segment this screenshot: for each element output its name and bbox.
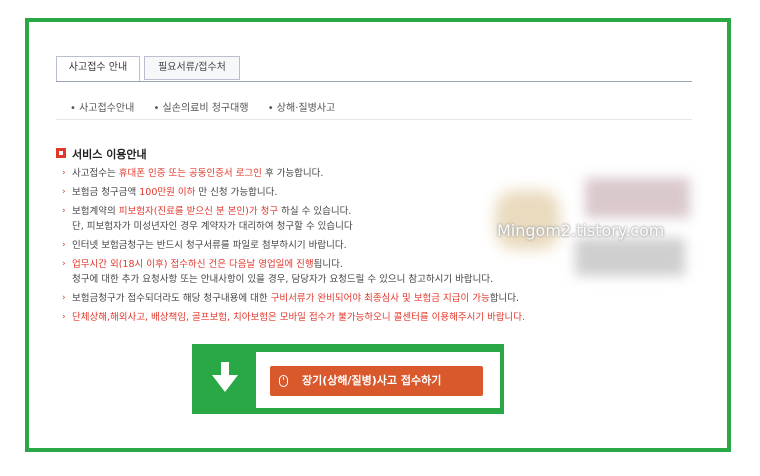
notice-text: 인터넷 보험금청구는 반드시 청구서류를 파일로 첨부하시기 바랍니다. xyxy=(72,240,347,251)
subnav-accident-guide[interactable]: • 사고접수안내 xyxy=(70,103,134,114)
notice-text-continued: 단, 피보험자가 미성년자인 경우 계약자가 대리하여 청구할 수 있습니다 xyxy=(72,221,353,232)
sub-navigation: • 사고접수안내 • 실손의료비 청구대행 • 상해·질병사고 xyxy=(70,99,351,115)
notice-text: 후 가능합니다. xyxy=(261,168,324,179)
notice-text: 피보험자(진료를 받으신 분 본인)가 청구 xyxy=(118,206,279,217)
tab-required-documents[interactable]: 필요서류/접수처 xyxy=(144,56,240,80)
notice-text: 보험금 청구금액 xyxy=(72,187,140,198)
notice-text: 구비서류가 완비되어야 최종심사 및 보험금 지급이 가능 xyxy=(270,293,490,304)
tab-divider xyxy=(56,81,692,82)
notice-text: 100만원 이하 xyxy=(139,187,196,198)
subnav-medical-claim[interactable]: • 실손의료비 청구대행 xyxy=(153,103,248,114)
subnav-injury-disease[interactable]: • 상해·질병사고 xyxy=(268,103,335,114)
notice-text: 휴대폰 인증 또는 공동인증서 로그인 xyxy=(118,168,262,179)
notice-text: 만 신청 가능합니다. xyxy=(195,187,278,198)
notice-text: 하실 수 있습니다. xyxy=(278,206,352,217)
tab-accident-info[interactable]: 사고접수 안내 xyxy=(56,56,140,82)
watermark: Mingom2.tistory.com xyxy=(497,221,665,240)
notice-item: › 보험금청구가 접수되더라도 해당 청구내용에 대한 구비서류가 완비되어야 최… xyxy=(62,291,672,306)
subnav-divider xyxy=(56,119,692,120)
notice-text: 됩니다. xyxy=(313,259,343,270)
bullet-arrow-icon: › xyxy=(62,168,66,178)
bullet-arrow-icon: › xyxy=(62,240,66,250)
notice-item: › 단체상해,해외사고, 배상책임, 골프보험, 치아보험은 모바일 접수가 불가… xyxy=(62,310,672,325)
bullet-arrow-icon: › xyxy=(62,187,66,197)
tab-bar: 사고접수 안내 필요서류/접수처 xyxy=(56,56,692,82)
submit-claim-button[interactable]: 장기(상해/질병)사고 접수하기 xyxy=(270,366,483,396)
notice-text: 사고접수는 xyxy=(72,168,119,179)
notice-text: 업무시간 외(18시 이후) 접수하신 건은 다음날 영업일에 진행 xyxy=(72,259,314,270)
bullet-arrow-icon: › xyxy=(62,312,66,322)
down-arrow-icon xyxy=(212,362,238,392)
notice-text: 합니다. xyxy=(489,293,520,304)
section-marker-icon xyxy=(56,148,66,158)
submit-claim-label: 장기(상해/질병)사고 접수하기 xyxy=(302,374,442,387)
bullet-arrow-icon: › xyxy=(62,293,66,303)
notice-text-continued: 청구에 대한 추가 요청사항 또는 안내사항이 있을 경우, 담당자가 요청드릴… xyxy=(72,274,494,285)
service-title: 서비스 이용안내 xyxy=(72,148,147,161)
notice-text: 단체상해,해외사고, 배상책임, 골프보험, 치아보험은 모바일 접수가 불가능… xyxy=(72,312,526,323)
mouse-icon xyxy=(279,375,288,387)
bullet-arrow-icon: › xyxy=(62,206,66,216)
bullet-arrow-icon: › xyxy=(62,259,66,269)
notice-text: 보험금청구가 접수되더라도 해당 청구내용에 대한 xyxy=(72,293,271,304)
notice-text: 보험계약의 xyxy=(72,206,119,217)
